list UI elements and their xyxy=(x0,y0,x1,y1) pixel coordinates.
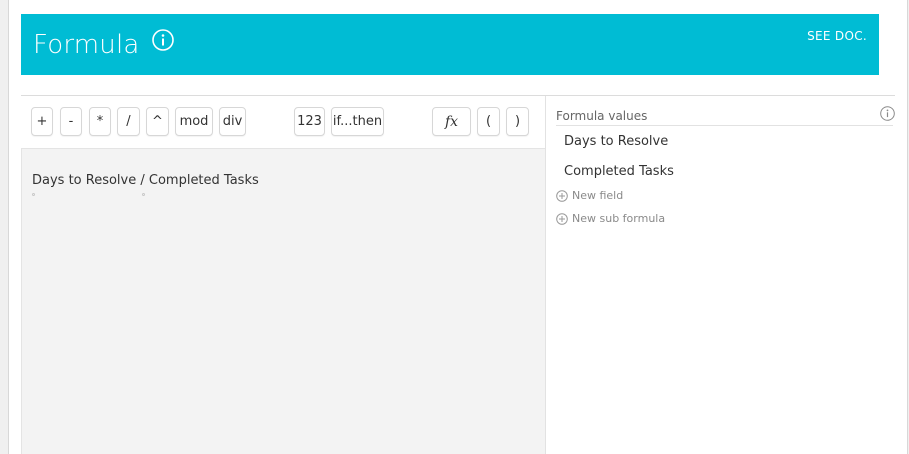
formula-expression[interactable]: Days to Resolve / Completed Tasks xyxy=(32,173,259,188)
new-field-link[interactable]: New field xyxy=(556,189,623,202)
plus-circle-icon xyxy=(556,212,568,225)
formula-editor[interactable]: Days to Resolve / Completed Tasks xyxy=(21,149,546,454)
function-button[interactable]: fx xyxy=(432,107,471,136)
formula-dialog: Formula SEE DOC. + - * / ^ mod div 123 i… xyxy=(8,0,908,454)
dialog-header: Formula SEE DOC. xyxy=(21,14,879,75)
divide-button[interactable]: / xyxy=(117,107,140,136)
see-doc-link[interactable]: SEE DOC. xyxy=(807,29,867,43)
if-then-button[interactable]: if...then xyxy=(331,107,384,136)
multiply-button[interactable]: * xyxy=(89,107,111,136)
plus-circle-icon xyxy=(556,189,568,202)
token-marker xyxy=(142,193,145,196)
new-field-label: New field xyxy=(572,189,624,202)
info-icon[interactable] xyxy=(880,106,895,121)
info-icon[interactable] xyxy=(152,29,174,51)
token-marker xyxy=(32,193,35,196)
div-button[interactable]: div xyxy=(219,107,246,136)
divider xyxy=(556,125,893,126)
formula-value-item[interactable]: Completed Tasks xyxy=(564,164,674,179)
dialog-title: Formula xyxy=(33,30,140,60)
operator-toolbar: + - * / ^ mod div 123 if...then fx ( ) xyxy=(21,96,545,149)
formula-value-item[interactable]: Days to Resolve xyxy=(564,134,668,149)
open-paren-button[interactable]: ( xyxy=(477,107,500,136)
formula-values-panel: Formula values Days to Resolve Completed… xyxy=(546,96,895,454)
new-sub-formula-label: New sub formula xyxy=(572,212,666,225)
mod-button[interactable]: mod xyxy=(175,107,213,136)
number-button[interactable]: 123 xyxy=(294,107,325,136)
formula-values-title: Formula values xyxy=(556,109,648,123)
minus-button[interactable]: - xyxy=(60,107,82,136)
new-sub-formula-link[interactable]: New sub formula xyxy=(556,212,665,225)
plus-button[interactable]: + xyxy=(31,107,53,136)
power-button[interactable]: ^ xyxy=(146,107,169,136)
close-paren-button[interactable]: ) xyxy=(506,107,529,136)
